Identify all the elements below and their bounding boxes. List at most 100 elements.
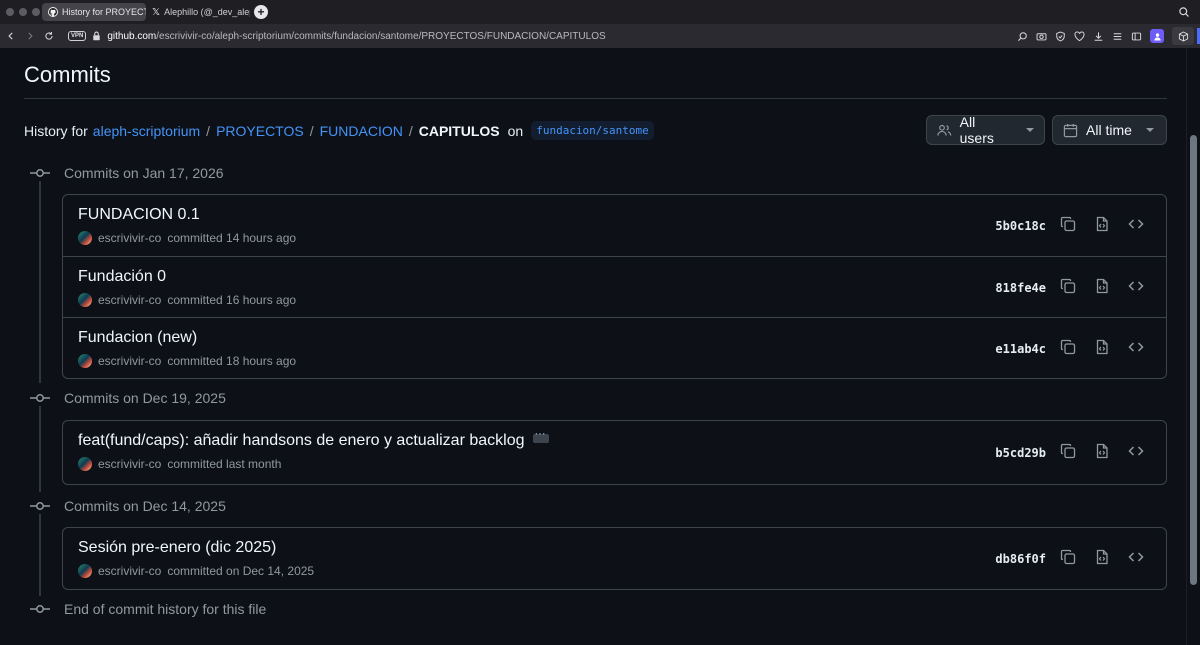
- back-icon[interactable]: [6, 31, 16, 41]
- commit-group-heading: Commits on Dec 14, 2025: [30, 498, 226, 514]
- commit-title-link[interactable]: Sesión pre-enero (dic 2025): [78, 539, 276, 557]
- download-icon[interactable]: [1093, 31, 1104, 42]
- commit-sha-link[interactable]: 818fe4e: [995, 281, 1046, 295]
- author-link[interactable]: escrivivir-co: [98, 354, 161, 368]
- user-icon: [1153, 32, 1161, 40]
- commit-title-link[interactable]: Fundación 0: [78, 268, 166, 286]
- all-time-filter-button[interactable]: All time: [1052, 115, 1167, 145]
- avatar[interactable]: [78, 231, 92, 245]
- breadcrumb: History for aleph-scriptorium / PROYECTO…: [24, 121, 654, 140]
- calendar-icon: [1063, 123, 1078, 137]
- commit-group-heading: Commits on Dec 19, 2025: [30, 390, 226, 406]
- triangle-down-icon: [1026, 128, 1034, 132]
- breadcrumb-proyectos-link[interactable]: PROYECTOS: [216, 123, 304, 139]
- code-icon[interactable]: [1128, 278, 1144, 294]
- cube-icon: [1178, 31, 1188, 41]
- page-content: Commits History for aleph-scriptorium / …: [0, 48, 1200, 645]
- commit-row: Sesión pre-enero (dic 2025) escrivivir-c…: [63, 528, 1166, 589]
- code-icon[interactable]: [1128, 216, 1144, 232]
- file-code-icon[interactable]: [1094, 339, 1110, 355]
- expand-message-button[interactable]: [532, 428, 549, 443]
- file-code-icon[interactable]: [1094, 216, 1110, 232]
- branch-on-label: on: [507, 122, 524, 139]
- commit-title-link[interactable]: FUNDACION 0.1: [78, 206, 200, 224]
- avatar[interactable]: [78, 564, 92, 578]
- url-field[interactable]: github.com/escrivivir-co/aleph-scriptori…: [107, 31, 605, 42]
- commit-title-link[interactable]: Fundacion (new): [78, 329, 197, 347]
- commit-group-heading: Commits on Jan 17, 2026: [30, 165, 224, 181]
- commit-time: committed 14 hours ago: [167, 231, 297, 245]
- lock-icon[interactable]: [92, 31, 101, 41]
- commit-title-link[interactable]: feat(fund/caps): añadir handsons de ener…: [78, 432, 525, 450]
- browser-address-bar: VPN github.com/escrivivir-co/aleph-scrip…: [0, 24, 1200, 48]
- github-icon: [48, 7, 58, 17]
- code-icon[interactable]: [1128, 443, 1144, 459]
- avatar[interactable]: [78, 457, 92, 471]
- commit-list: feat(fund/caps): añadir handsons de ener…: [62, 420, 1167, 485]
- breadcrumb-repo-link[interactable]: aleph-scriptorium: [93, 123, 200, 139]
- sidebar-icon[interactable]: [1131, 31, 1142, 42]
- git-commit-icon: [30, 169, 50, 177]
- reload-icon[interactable]: [44, 31, 54, 41]
- author-link[interactable]: escrivivir-co: [98, 564, 161, 578]
- copy-icon[interactable]: [1060, 443, 1076, 459]
- branch-badge[interactable]: fundacion/santome: [531, 121, 654, 140]
- commit-sha-link[interactable]: e11ab4c: [995, 342, 1046, 356]
- commit-time: committed on Dec 14, 2025: [167, 564, 315, 578]
- extensions-button[interactable]: [1172, 27, 1194, 45]
- browser-tab-inactive[interactable]: 𝕏 Alephillo (@_dev_aleph_: [146, 3, 250, 21]
- all-users-filter-button[interactable]: All users: [926, 114, 1045, 146]
- maximize-window-button[interactable]: [32, 8, 40, 16]
- close-window-button[interactable]: [6, 8, 14, 16]
- camera-icon[interactable]: [1036, 31, 1047, 42]
- menu-icon[interactable]: [1112, 31, 1123, 42]
- copy-icon[interactable]: [1060, 278, 1076, 294]
- x-logo-icon: 𝕏: [152, 6, 161, 18]
- author-link[interactable]: escrivivir-co: [98, 457, 161, 471]
- commit-sha-link[interactable]: b5cd29b: [995, 446, 1046, 460]
- commit-sha-link[interactable]: db86f0f: [995, 552, 1046, 566]
- scrollbar-thumb[interactable]: [1190, 135, 1197, 585]
- commit-row: Fundacion (new) escrivivir-co committed 1…: [63, 317, 1166, 378]
- breadcrumb-fundacion-link[interactable]: FUNDACION: [320, 123, 403, 139]
- commit-row: Fundación 0 escrivivir-co committed 16 ho…: [63, 256, 1166, 317]
- timeline-line: [39, 406, 41, 492]
- timeline-line: [39, 514, 41, 596]
- forward-icon[interactable]: [25, 31, 35, 41]
- commit-sha-link[interactable]: 5b0c18c: [995, 219, 1046, 233]
- copy-icon[interactable]: [1060, 339, 1076, 355]
- new-tab-button[interactable]: +: [254, 5, 268, 19]
- avatar[interactable]: [78, 293, 92, 307]
- commit-row: feat(fund/caps): añadir handsons de ener…: [63, 421, 1166, 484]
- code-icon[interactable]: [1128, 549, 1144, 565]
- breadcrumb-separator: /: [206, 122, 211, 139]
- file-code-icon[interactable]: [1094, 549, 1110, 565]
- navigation-controls: [0, 31, 68, 41]
- people-icon: [937, 124, 952, 136]
- author-link[interactable]: escrivivir-co: [98, 231, 161, 245]
- search-icon[interactable]: [1178, 6, 1190, 18]
- copy-icon[interactable]: [1060, 216, 1076, 232]
- author-link[interactable]: escrivivir-co: [98, 293, 161, 307]
- file-code-icon[interactable]: [1094, 278, 1110, 294]
- vpn-badge[interactable]: VPN: [68, 31, 87, 41]
- heart-icon[interactable]: [1074, 31, 1085, 42]
- all-time-label: All time: [1086, 122, 1132, 138]
- minimize-window-button[interactable]: [19, 8, 27, 16]
- zoom-icon[interactable]: [1017, 31, 1028, 42]
- triangle-down-icon: [1145, 128, 1154, 132]
- commit-list: Sesión pre-enero (dic 2025) escrivivir-c…: [62, 527, 1167, 590]
- profile-avatar[interactable]: [1150, 29, 1164, 43]
- commit-list: FUNDACION 0.1 escrivivir-co committed 14 …: [62, 194, 1167, 379]
- avatar[interactable]: [78, 354, 92, 368]
- file-code-icon[interactable]: [1094, 443, 1110, 459]
- tab-label: History for PROYECTOS: [62, 7, 146, 17]
- code-icon[interactable]: [1128, 339, 1144, 355]
- shield-icon[interactable]: [1055, 31, 1066, 42]
- copy-icon[interactable]: [1060, 549, 1076, 565]
- title-divider: [24, 98, 1167, 99]
- end-of-history: End of commit history for this file: [30, 601, 266, 617]
- git-commit-icon: [30, 605, 50, 613]
- browser-tab-active[interactable]: History for PROYECTOS: [42, 3, 146, 21]
- page-title: Commits: [24, 62, 111, 87]
